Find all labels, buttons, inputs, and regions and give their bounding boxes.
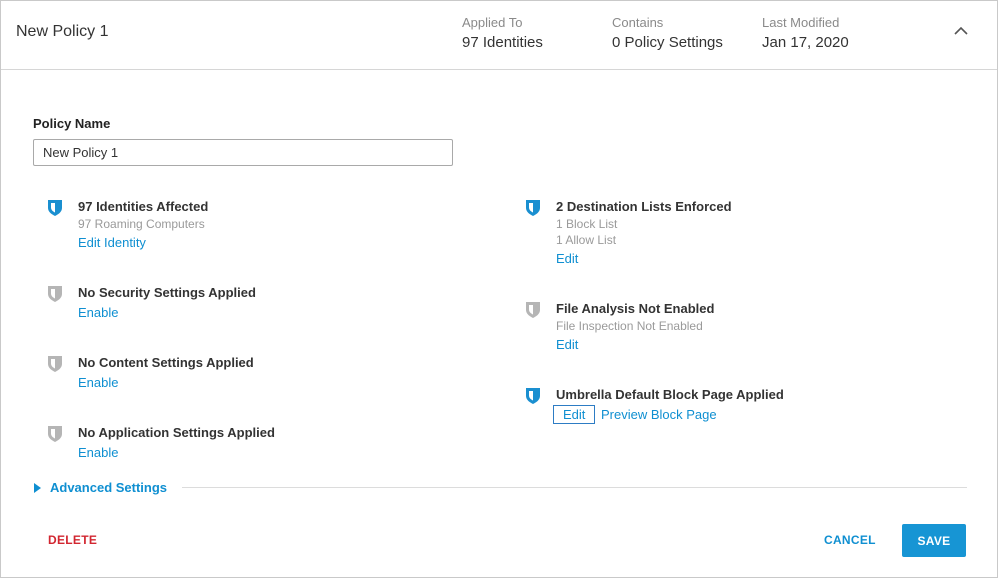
divider	[182, 487, 967, 488]
item-subtitle: File Inspection Not Enabled	[556, 319, 703, 333]
shield-icon	[48, 286, 62, 302]
contains-value: 0 Policy Settings	[612, 34, 723, 51]
shield-icon	[526, 200, 540, 216]
policy-header[interactable]: New Policy 1 Applied To 97 Identities Co…	[1, 1, 997, 70]
cancel-button[interactable]: CANCEL	[824, 533, 876, 547]
shield-icon	[526, 388, 540, 404]
enable-content-link[interactable]: Enable	[78, 375, 118, 390]
advanced-settings-toggle[interactable]: Advanced Settings	[50, 480, 167, 495]
last-modified-value: Jan 17, 2020	[762, 34, 849, 51]
item-title: File Analysis Not Enabled	[556, 301, 715, 316]
delete-button[interactable]: DELETE	[48, 533, 97, 547]
chevron-up-icon[interactable]	[949, 19, 973, 43]
security-settings-item: No Security Settings Applied Enable	[48, 285, 468, 325]
edit-file-analysis-link[interactable]: Edit	[556, 337, 578, 352]
item-subtitle: 1 Allow List	[556, 233, 617, 247]
item-title: 2 Destination Lists Enforced	[556, 199, 732, 214]
enable-security-link[interactable]: Enable	[78, 305, 118, 320]
shield-icon	[48, 200, 62, 216]
item-title: 97 Identities Affected	[78, 199, 209, 214]
caret-right-icon[interactable]	[34, 483, 41, 493]
item-title: No Content Settings Applied	[78, 355, 254, 370]
application-settings-item: No Application Settings Applied Enable	[48, 425, 468, 465]
applied-to-value: 97 Identities	[462, 34, 543, 51]
identities-affected-item: 97 Identities Affected 97 Roaming Comput…	[48, 199, 468, 259]
preview-block-page-link[interactable]: Preview Block Page	[601, 407, 717, 422]
last-modified-meta: Last Modified Jan 17, 2020	[762, 15, 849, 51]
content-settings-item: No Content Settings Applied Enable	[48, 355, 468, 395]
policy-panel: New Policy 1 Applied To 97 Identities Co…	[0, 0, 998, 578]
applied-to-label: Applied To	[462, 15, 523, 30]
policy-name-input[interactable]	[33, 139, 453, 166]
item-title: Umbrella Default Block Page Applied	[556, 387, 784, 402]
item-subtitle: 97 Roaming Computers	[78, 217, 205, 231]
item-title: No Security Settings Applied	[78, 285, 256, 300]
shield-icon	[526, 302, 540, 318]
shield-icon	[48, 356, 62, 372]
applied-to-meta: Applied To 97 Identities	[462, 15, 543, 51]
enable-application-link[interactable]: Enable	[78, 445, 118, 460]
contains-label: Contains	[612, 15, 664, 30]
file-analysis-item: File Analysis Not Enabled File Inspectio…	[526, 301, 956, 357]
contains-meta: Contains 0 Policy Settings	[612, 15, 723, 51]
last-modified-label: Last Modified	[762, 15, 840, 30]
item-subtitle: 1 Block List	[556, 217, 618, 231]
edit-block-page-link[interactable]: Edit	[553, 405, 596, 424]
policy-name-label: Policy Name	[33, 116, 111, 131]
shield-icon	[48, 426, 62, 442]
save-button[interactable]: SAVE	[902, 524, 966, 557]
block-page-item: Umbrella Default Block Page Applied Edit…	[526, 387, 956, 429]
item-title: No Application Settings Applied	[78, 425, 275, 440]
edit-destination-lists-link[interactable]: Edit	[556, 251, 578, 266]
edit-identity-link[interactable]: Edit Identity	[78, 235, 146, 250]
policy-title: New Policy 1	[16, 23, 109, 40]
destination-lists-item: 2 Destination Lists Enforced 1 Block Lis…	[526, 199, 956, 269]
